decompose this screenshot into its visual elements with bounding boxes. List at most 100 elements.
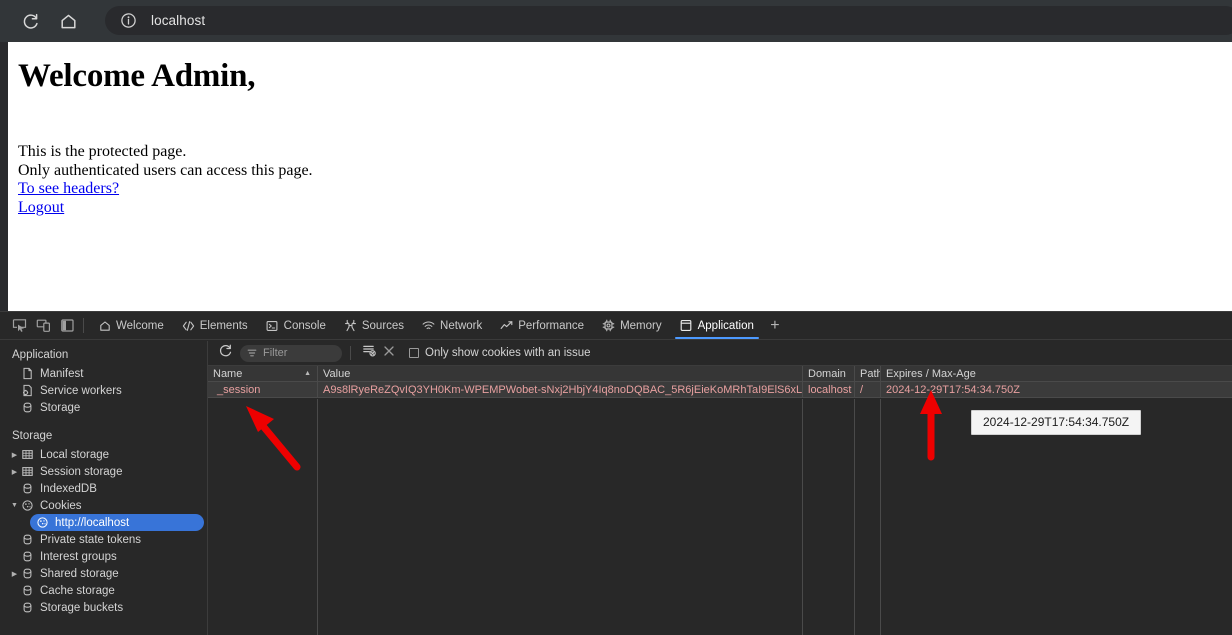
empty-column-divider	[855, 399, 881, 635]
column-header-label: Name	[213, 367, 243, 380]
device-toolbar-icon[interactable]	[35, 317, 52, 334]
database-icon	[20, 481, 35, 496]
tab-welcome[interactable]: Welcome	[89, 312, 173, 339]
page-viewport: Welcome Admin, This is the protected pag…	[8, 42, 1232, 311]
sidebar-item-service-workers[interactable]: Service workers	[0, 382, 207, 399]
cookie-path-cell[interactable]: /	[855, 382, 881, 397]
cookie-value-cell[interactable]: A9s8lRyeReZQvIQ3YH0Km-WPEMPWobet-sNxj2Hb…	[318, 382, 803, 397]
tab-label: Elements	[199, 319, 248, 332]
sidebar-item-private-state-tokens[interactable]: Private state tokens	[0, 531, 207, 548]
sidebar-item-label: Storage	[40, 401, 81, 414]
empty-column-divider	[208, 399, 318, 635]
reload-button[interactable]	[17, 8, 43, 34]
tab-performance[interactable]: Performance	[491, 312, 593, 339]
cookies-panel: Filter Only show cookies with an issue N…	[208, 341, 1232, 635]
devtools-tab-list: Welcome Elements Console Sources Network…	[89, 312, 763, 339]
only-issues-checkbox[interactable]	[409, 348, 419, 358]
sources-icon	[344, 319, 357, 332]
table-grid-icon	[20, 447, 35, 462]
dock-side-icon[interactable]	[59, 317, 76, 334]
column-header-label: Value	[323, 367, 351, 380]
tab-console[interactable]: Console	[257, 312, 335, 339]
sidebar-item-cookie-origin-localhost[interactable]: http://localhost	[30, 514, 204, 531]
tab-application[interactable]: Application	[671, 312, 763, 339]
performance-icon	[500, 319, 513, 332]
see-headers-link[interactable]: To see headers?	[18, 180, 119, 197]
database-icon	[20, 583, 35, 598]
expires-value-tooltip: 2024-12-29T17:54:34.750Z	[971, 410, 1142, 435]
tab-elements[interactable]: Elements	[173, 312, 257, 339]
sidebar-item-label: Manifest	[40, 367, 84, 380]
sidebar-item-label: Private state tokens	[40, 533, 141, 546]
tab-network[interactable]: Network	[413, 312, 491, 339]
logout-link[interactable]: Logout	[18, 199, 64, 216]
add-panel-button[interactable]: +	[763, 312, 787, 339]
database-icon	[20, 532, 35, 547]
column-header-label: Domain	[808, 367, 846, 380]
tab-label: Performance	[518, 319, 585, 332]
database-icon	[20, 566, 35, 581]
table-row[interactable]: _session A9s8lRyeReZQvIQ3YH0Km-WPEMPWobe…	[208, 382, 1232, 398]
cookie-expires-cell[interactable]: 2024-12-29T17:54:34.750Z	[881, 382, 1232, 397]
sidebar-item-cookies[interactable]: ▼ Cookies	[0, 497, 207, 514]
devtools-body: Application Manifest Service workers Sto…	[0, 341, 1232, 635]
home-button[interactable]	[55, 8, 81, 34]
chevron-right-icon[interactable]: ▶	[9, 568, 20, 579]
page-text-line-1: This is the protected page.	[18, 143, 187, 160]
chevron-right-icon[interactable]: ▶	[9, 449, 20, 460]
cookie-icon	[35, 515, 50, 530]
sidebar-item-storage-buckets[interactable]: Storage buckets	[0, 599, 207, 616]
sidebar-item-session-storage[interactable]: ▶ Session storage	[0, 463, 207, 480]
table-grid-icon	[20, 464, 35, 479]
manifest-page-icon	[20, 366, 35, 381]
only-issues-label: Only show cookies with an issue	[425, 347, 591, 359]
info-circle-icon[interactable]	[119, 12, 137, 30]
column-header-domain[interactable]: Domain	[803, 366, 855, 381]
sidebar-item-label: Cookies	[40, 499, 82, 512]
sidebar-item-local-storage[interactable]: ▶ Local storage	[0, 446, 207, 463]
database-icon	[20, 549, 35, 564]
sidebar-item-label: Storage buckets	[40, 601, 124, 614]
cookie-filter-input[interactable]: Filter	[240, 344, 342, 362]
only-show-cookies-with-issue-toggle[interactable]: Only show cookies with an issue	[409, 347, 591, 359]
sidebar-item-label: Local storage	[40, 448, 110, 461]
cookie-domain-cell[interactable]: localhost	[803, 382, 855, 397]
sidebar-item-cache-storage[interactable]: Cache storage	[0, 582, 207, 599]
sidebar-item-storage[interactable]: Storage	[0, 399, 207, 416]
address-bar[interactable]: localhost	[105, 6, 1232, 35]
tab-label: Console	[283, 319, 326, 332]
sidebar-item-manifest[interactable]: Manifest	[0, 365, 207, 382]
sidebar-item-label: Cache storage	[40, 584, 115, 597]
chevron-down-icon[interactable]: ▼	[9, 500, 20, 511]
clear-all-cookies-button[interactable]	[359, 343, 379, 363]
reload-icon	[21, 12, 40, 31]
sidebar-section-title-storage: Storage	[12, 430, 53, 442]
table-header-row: Name ▲ Value Domain Path Expires / Max-A…	[208, 366, 1232, 382]
sidebar-item-interest-groups[interactable]: Interest groups	[0, 548, 207, 565]
page-title: Welcome Admin,	[18, 58, 256, 94]
cookie-icon	[20, 498, 35, 513]
column-header-expires[interactable]: Expires / Max-Age	[881, 366, 1232, 381]
sidebar-section-title-application: Application	[12, 349, 69, 361]
memory-chip-icon	[602, 319, 615, 332]
column-header-path[interactable]: Path	[855, 366, 881, 381]
empty-column-divider	[803, 399, 855, 635]
cookie-name-cell[interactable]: _session	[208, 382, 318, 397]
sidebar-item-shared-storage[interactable]: ▶ Shared storage	[0, 565, 207, 582]
inspect-element-icon[interactable]	[11, 317, 28, 334]
toolbar-divider	[83, 318, 84, 333]
tab-memory[interactable]: Memory	[593, 312, 671, 339]
sidebar-item-label: Shared storage	[40, 567, 119, 580]
column-header-name[interactable]: Name ▲	[208, 366, 318, 381]
devtools-tabbar: Welcome Elements Console Sources Network…	[0, 312, 1232, 340]
sidebar-item-indexeddb[interactable]: IndexedDB	[0, 480, 207, 497]
delete-selected-cookie-button[interactable]	[379, 343, 399, 363]
chevron-right-icon[interactable]: ▶	[9, 466, 20, 477]
refresh-cookies-button[interactable]	[214, 342, 236, 364]
application-window-icon	[680, 319, 693, 332]
sidebar-item-label: Interest groups	[40, 550, 117, 563]
browser-toolbar: localhost	[0, 0, 1232, 42]
tab-sources[interactable]: Sources	[335, 312, 413, 339]
sidebar-item-label: Session storage	[40, 465, 123, 478]
column-header-value[interactable]: Value	[318, 366, 803, 381]
